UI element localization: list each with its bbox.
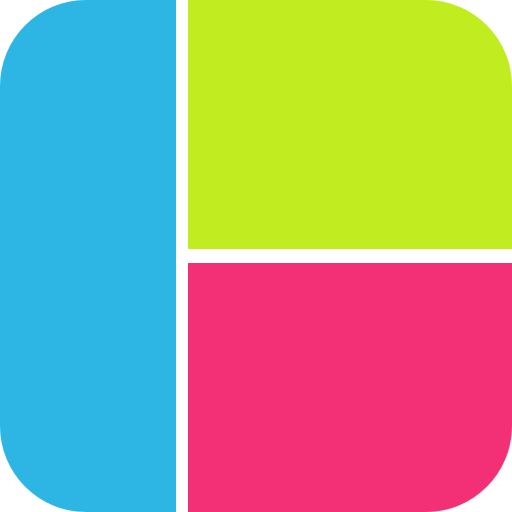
pink-panel-bottom-right bbox=[188, 263, 512, 512]
green-panel-top-right bbox=[188, 0, 512, 249]
collage-app-icon[interactable] bbox=[0, 0, 512, 512]
blue-panel-left bbox=[0, 0, 176, 512]
